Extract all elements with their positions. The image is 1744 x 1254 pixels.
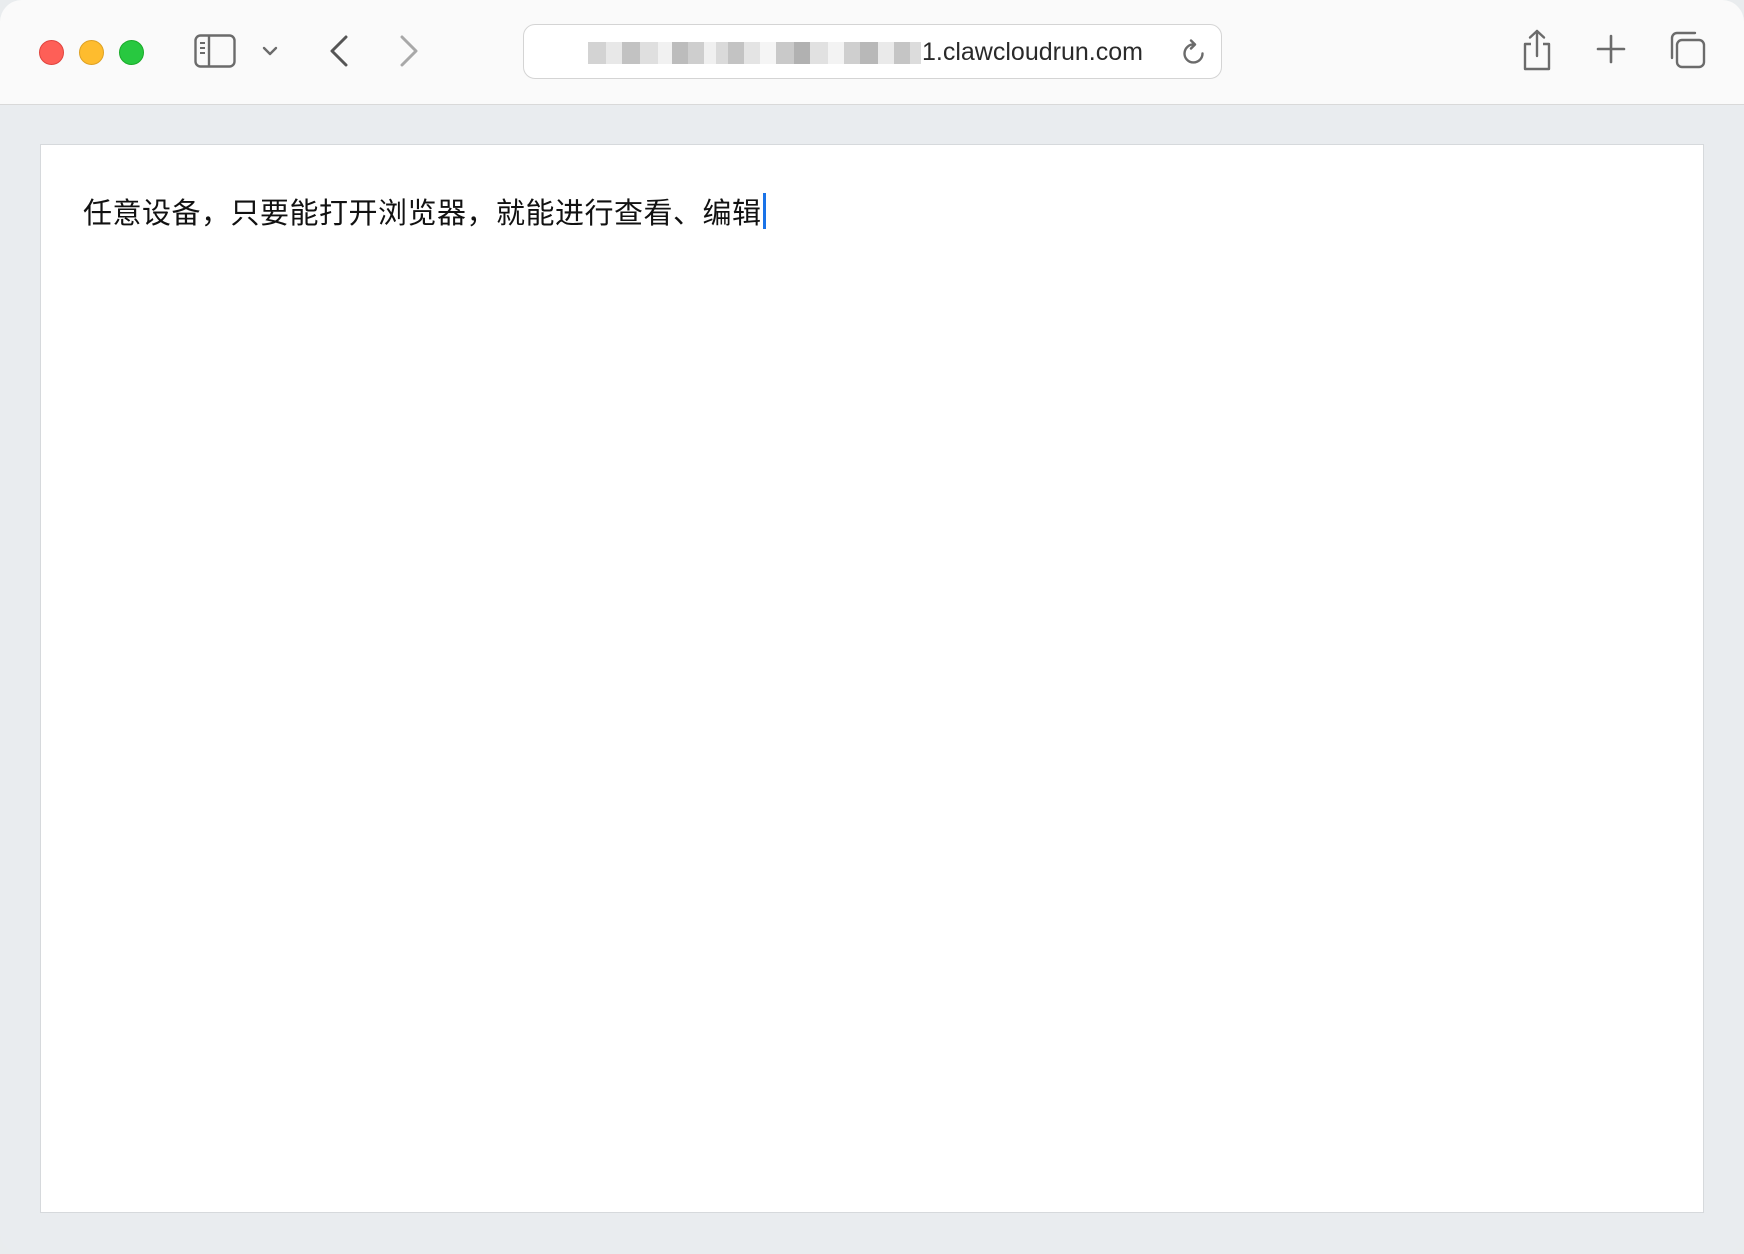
close-window-button[interactable] xyxy=(39,40,64,65)
sidebar-toggle-button[interactable] xyxy=(194,33,236,69)
sidebar-menu-button[interactable] xyxy=(259,40,281,62)
maximize-window-button[interactable] xyxy=(119,40,144,65)
reload-icon xyxy=(1183,39,1204,64)
text-editor[interactable]: 任意设备，只要能打开浏览器，就能进行查看、编辑 xyxy=(83,191,766,231)
forward-button[interactable] xyxy=(392,30,426,72)
chevron-left-icon xyxy=(330,35,348,67)
editor-text: 任意设备，只要能打开浏览器，就能进行查看、编辑 xyxy=(83,196,762,230)
browser-window: 1.clawcloudrun.com 任意设备，只要能打开浏览器，就能进行查看、… xyxy=(0,0,1744,1254)
tab-overview-button[interactable] xyxy=(1668,31,1706,69)
share-button[interactable] xyxy=(1520,28,1554,72)
new-tab-button[interactable] xyxy=(1594,32,1628,66)
chevron-down-icon xyxy=(262,46,278,56)
share-icon xyxy=(1523,29,1551,71)
back-button[interactable] xyxy=(322,30,356,72)
chevron-right-icon xyxy=(400,35,418,67)
web-page-content: 任意设备，只要能打开浏览器，就能进行查看、编辑 xyxy=(40,144,1704,1213)
url-redacted-part xyxy=(588,37,921,68)
url-visible-suffix: 1.clawcloudrun.com xyxy=(922,38,1143,66)
address-bar[interactable]: 1.clawcloudrun.com xyxy=(523,24,1222,79)
url-text: 1.clawcloudrun.com xyxy=(588,25,1143,80)
minimize-window-button[interactable] xyxy=(79,40,104,65)
tabs-overview-icon xyxy=(1670,31,1706,69)
text-caret xyxy=(762,193,766,229)
sidebar-icon xyxy=(194,34,236,68)
browser-toolbar: 1.clawcloudrun.com xyxy=(0,0,1744,105)
plus-icon xyxy=(1596,34,1626,64)
reload-button[interactable] xyxy=(1180,39,1208,67)
